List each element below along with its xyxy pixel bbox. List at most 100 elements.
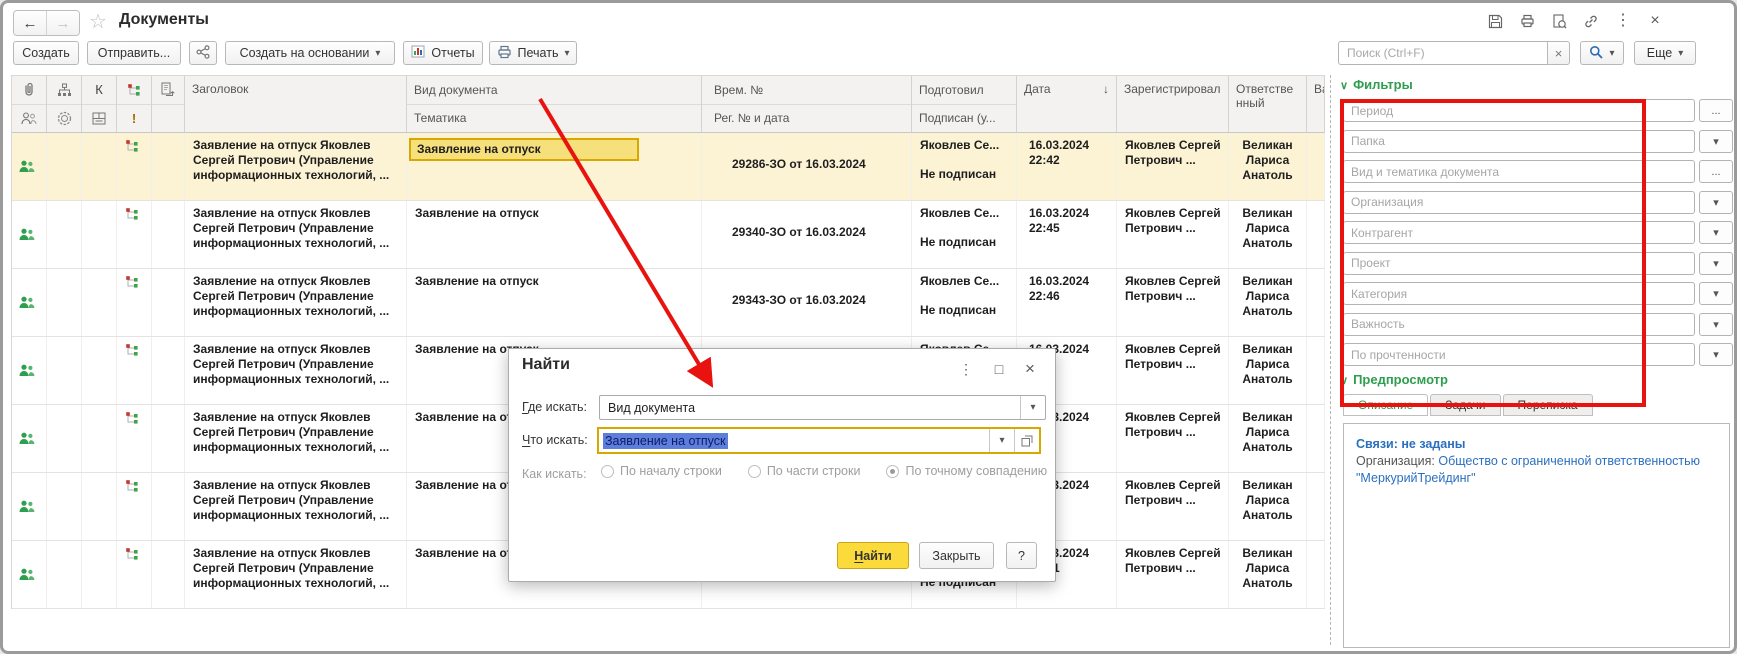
column-responsible[interactable]: Ответственный [1229, 76, 1307, 133]
filter-field-button[interactable]: ▾ [1699, 282, 1733, 305]
where-value: Вид документа [608, 400, 696, 415]
registered-by: Яковлев Сергей Петрович ... [1125, 138, 1221, 167]
search-button[interactable]: ▾ [1580, 41, 1624, 65]
filter-field-button[interactable]: ... [1699, 160, 1733, 183]
table-header: К ! Заголовок Вид документа Тематика Вре… [12, 75, 1325, 133]
create-button[interactable]: Создать [13, 41, 79, 65]
dialog-maximize-icon[interactable]: □ [989, 359, 1009, 379]
preview-content: Связи: не заданы Организация: Общество с… [1343, 423, 1730, 648]
table-row[interactable]: Заявление на отпуск Яковлев Сергей Петро… [12, 269, 1325, 337]
reg-number: 29286-ЗО от 16.03.2024 [732, 157, 866, 171]
favorite-star-icon[interactable]: ☆ [89, 9, 107, 34]
send-button[interactable]: Отправить... [87, 41, 181, 65]
responsible: Великан Лариса Анатоль [1242, 206, 1293, 250]
column-process[interactable]: ! [117, 76, 152, 133]
business-process-icon [125, 343, 139, 361]
share-button[interactable] [189, 41, 217, 65]
responsible: Великан Лариса Анатоль [1242, 274, 1293, 318]
filter-input[interactable] [1343, 343, 1695, 366]
filter-field: ▾ [1343, 190, 1733, 214]
doc-time: 22:46 [1029, 289, 1060, 303]
prepared-by: Яковлев Се... [920, 138, 1000, 152]
filter-input[interactable] [1343, 282, 1695, 305]
column-attachment[interactable] [12, 76, 47, 133]
filter-input[interactable] [1343, 160, 1695, 183]
responsible: Великан Лариса Анатоль [1242, 410, 1293, 454]
open-picker-icon[interactable] [1014, 429, 1039, 452]
print-preview-icon[interactable] [1550, 12, 1568, 30]
reports-button[interactable]: Отчеты [403, 41, 483, 65]
close-window-icon[interactable]: × [1646, 12, 1664, 30]
chevron-down-icon: ▾ [1678, 47, 1684, 59]
column-number[interactable]: Врем. № Рег. № и дата [702, 76, 912, 133]
filter-input[interactable] [1343, 251, 1695, 275]
radio-icon [886, 464, 900, 478]
participants-icon [19, 568, 35, 585]
preview-tab-описание[interactable]: Описание [1343, 394, 1429, 416]
filter-field-button[interactable]: ▾ [1699, 221, 1733, 244]
search-mode-radios: По началу строки По части строки По точном… [601, 464, 1047, 478]
column-doc-state[interactable] [152, 76, 185, 133]
filter-field: ▾ [1343, 312, 1733, 336]
search-clear-button[interactable]: × [1547, 41, 1570, 65]
where-combobox[interactable]: Вид документа ▾ [599, 395, 1046, 420]
combo-dropdown-icon[interactable]: ▾ [1020, 396, 1045, 419]
create-based-on-button[interactable]: Создать на основании ▾ [225, 41, 395, 65]
participants-icon [12, 105, 46, 133]
dialog-close-icon[interactable]: × [1020, 359, 1040, 379]
filter-field-button[interactable]: ▾ [1699, 312, 1733, 336]
combo-dropdown-icon[interactable]: ▾ [989, 429, 1014, 452]
filter-input[interactable] [1343, 190, 1695, 214]
filters-section-header[interactable]: ∨ Фильтры [1340, 77, 1413, 92]
help-button[interactable]: ? [1006, 542, 1037, 569]
filter-input[interactable] [1343, 99, 1695, 122]
back-button[interactable]: ← [14, 11, 46, 35]
save-icon[interactable] [1486, 12, 1504, 30]
filter-input[interactable] [1343, 129, 1695, 153]
link-icon[interactable] [1582, 12, 1600, 30]
search-input[interactable] [1338, 41, 1548, 65]
filter-input[interactable] [1343, 312, 1695, 336]
filter-field: ▾ [1343, 251, 1733, 275]
column-title[interactable]: Заголовок [185, 76, 407, 133]
preview-tab-задачи[interactable]: Задачи [1430, 394, 1501, 416]
preview-section-header[interactable]: ∨ Предпросмотр [1340, 372, 1448, 387]
forward-button[interactable]: → [46, 11, 79, 35]
filter-field-button[interactable]: ... [1699, 99, 1733, 122]
filter-field-button[interactable]: ▾ [1699, 129, 1733, 153]
print-icon[interactable] [1518, 12, 1536, 30]
column-prepared[interactable]: Подготовил Подписан (у... [912, 76, 1017, 133]
column-doctype-theme[interactable]: Вид документа Тематика [407, 76, 702, 133]
column-importance-cut[interactable]: Ва [1307, 76, 1325, 133]
what-input[interactable]: Заявление на отпуск ▾ [597, 427, 1041, 454]
preview-tab-переписка[interactable]: Переписка [1502, 394, 1593, 416]
business-process-icon [117, 76, 151, 105]
doc-title: Заявление на отпуск Яковлев Сергей Петро… [193, 410, 390, 454]
panel-splitter[interactable] [1330, 75, 1331, 645]
links-status[interactable]: Связи: не заданы [1356, 436, 1717, 453]
table-row[interactable]: Заявление на отпуск Яковлев Сергей Петро… [12, 201, 1325, 269]
column-date[interactable]: Дата ↓ [1017, 76, 1117, 133]
responsible: Великан Лариса Анатоль [1242, 342, 1293, 386]
find-button[interactable]: Найти [837, 542, 909, 569]
close-button[interactable]: Закрыть [919, 542, 994, 569]
filter-field-button[interactable]: ▾ [1699, 190, 1733, 214]
paperclip-icon [12, 76, 46, 105]
kebab-menu-icon[interactable]: ⋮ [1614, 12, 1632, 30]
prepared-by: Яковлев Се... [920, 206, 1000, 220]
column-structure[interactable] [47, 76, 82, 133]
signed-status: Не подписан [920, 235, 997, 249]
column-category[interactable]: К [82, 76, 117, 133]
filter-field-button[interactable]: ▾ [1699, 343, 1733, 366]
print-menu-button[interactable]: Печать ▾ [489, 41, 577, 65]
filter-input[interactable] [1343, 221, 1695, 244]
doc-time: 22:42 [1029, 153, 1060, 167]
filter-field-button[interactable]: ▾ [1699, 251, 1733, 275]
search-mode-option: По точному совпадению [886, 464, 1047, 478]
table-row[interactable]: Заявление на отпуск Яковлев Сергей Петро… [12, 133, 1325, 201]
dialog-kebab-icon[interactable]: ⋮ [956, 359, 976, 379]
business-process-icon [125, 547, 139, 565]
responsible: Великан Лариса Анатоль [1242, 546, 1293, 590]
more-button[interactable]: Еще ▾ [1634, 41, 1696, 65]
column-registered[interactable]: Зарегистрировал [1117, 76, 1229, 133]
